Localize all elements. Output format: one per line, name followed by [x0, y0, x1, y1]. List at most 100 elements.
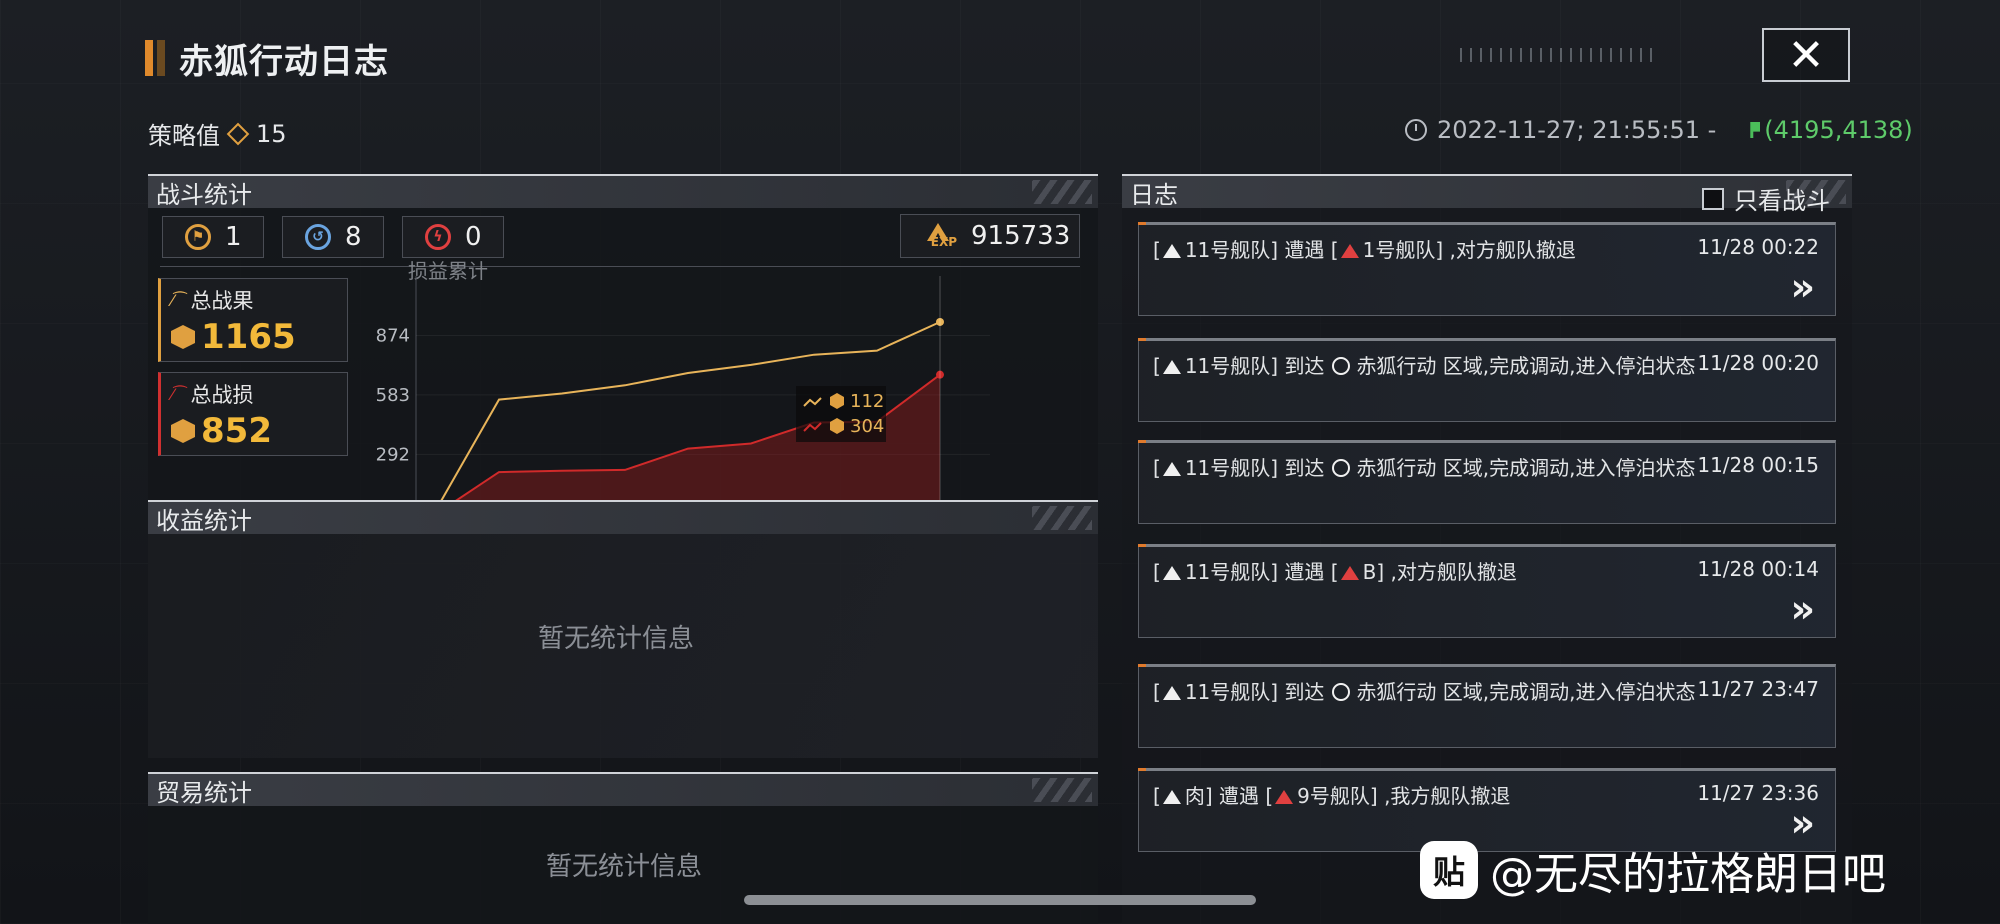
log-rest: 区域,完成调动,进入停泊状态 — [1442, 456, 1696, 480]
timestamp-bar: 2022-11-27; 21:55:51 - (4195,4138) — [1405, 116, 1913, 144]
battle-only-checkbox[interactable] — [1702, 187, 1724, 210]
trade-stats-header: 贸易统计 — [148, 772, 1098, 807]
tieba-logo-icon: 贴 — [1420, 841, 1478, 899]
map-pin-icon — [1750, 122, 1761, 138]
log-target: 9号舰队 — [1297, 784, 1370, 808]
log-fleet: 11号舰队 — [1184, 680, 1271, 704]
watermark-text: @无尽的拉格朗日吧 — [1490, 849, 1886, 900]
total-gain-label: 总战果 — [190, 289, 254, 313]
strategy-number: 15 — [256, 119, 287, 148]
total-gain-value-row: 1165 — [171, 317, 296, 357]
log-header: 日志 只看战斗 — [1122, 174, 1852, 215]
log-time: 11/28 00:22 — [1697, 235, 1819, 259]
log-entry-text: [11号舰队] 遭遇 [B] ,对方舰队撤退 — [1153, 560, 1517, 584]
strategy-value: 策略值 15 — [148, 116, 287, 151]
decorative-ticks — [1460, 48, 1660, 62]
y-tick-label: 583 — [376, 385, 410, 406]
strategy-label: 策略值 — [148, 122, 220, 150]
stat-retreat-value: 8 — [345, 222, 362, 252]
log-time: 11/28 00:15 — [1697, 453, 1819, 477]
income-stats-panel: 收益统计 暂无统计信息 — [148, 500, 1098, 758]
battle-stats-title: 战斗统计 — [156, 180, 252, 209]
stat-flag[interactable]: ⚑ 1 — [162, 216, 264, 258]
current-datetime: 2022-11-27; 21:55:51 - — [1437, 116, 1717, 144]
lightning-icon: ϟ — [425, 224, 451, 250]
battle-stats-panel: 战斗统计 ⚑ 1 ↺ 8 ϟ 0 EXP 915733 ⁄⁀ 总战果 1165 — [148, 174, 1098, 520]
chevron-right-icon[interactable]: » — [1790, 265, 1815, 309]
home-indicator[interactable] — [744, 895, 1256, 905]
exp-icon: EXP — [923, 223, 957, 249]
hex-coin-icon — [171, 419, 195, 443]
close-button[interactable]: ✕ — [1762, 28, 1850, 82]
watermark: 贴 @无尽的拉格朗日吧 — [1420, 838, 1886, 902]
total-loss-value: 852 — [201, 411, 272, 451]
page-header: 赤狐行动日志 — [145, 36, 389, 82]
log-entry-text: [11号舰队] 遭遇 [1号舰队] ,对方舰队撤退 — [1153, 238, 1576, 262]
log-rest: ,对方舰队撤退 — [1449, 238, 1576, 262]
fleet-triangle-icon — [1162, 244, 1181, 258]
log-place: 赤狐行动 — [1356, 680, 1437, 704]
log-entry[interactable]: [11号舰队] 到达 赤狐行动 区域,完成调动,进入停泊状态 11/28 00:1… — [1138, 440, 1836, 524]
log-time: 11/28 00:14 — [1697, 557, 1819, 581]
log-entry-text: [肉] 遭遇 [9号舰队] ,我方舰队撤退 — [1153, 784, 1511, 808]
retreat-icon: ↺ — [305, 224, 331, 250]
log-entry[interactable]: [11号舰队] 遭遇 [B] ,对方舰队撤退 11/28 00:14 » — [1138, 544, 1836, 638]
stat-lightning-value: 0 — [465, 222, 482, 252]
battle-only-filter[interactable]: 只看战斗 — [1702, 181, 1830, 216]
total-gain-label-row: ⁄⁀ 总战果 — [171, 285, 254, 315]
log-rest: ,对方舰队撤退 — [1390, 560, 1517, 584]
exp-value: 915733 — [971, 221, 1071, 251]
chevron-right-icon[interactable]: » — [1790, 587, 1815, 631]
close-icon: ✕ — [1787, 29, 1825, 81]
log-fleet: 11号舰队 — [1184, 560, 1271, 584]
title-accent — [145, 40, 153, 76]
log-verb: 到达 — [1284, 354, 1325, 378]
log-target: B — [1362, 560, 1377, 584]
stat-flag-value: 1 — [225, 222, 242, 252]
log-place: 赤狐行动 — [1356, 354, 1437, 378]
fleet-triangle-icon — [1162, 790, 1181, 804]
clock-icon — [1405, 119, 1427, 141]
strategy-diamond-icon — [226, 122, 250, 145]
flag-icon: ⚑ — [185, 224, 211, 250]
coordinates[interactable]: (4195,4138) — [1750, 116, 1913, 144]
profit-loss-chart: 损益累计 874 583 292 112 304 — [376, 259, 990, 515]
log-rest: 区域,完成调动,进入停泊状态 — [1442, 354, 1696, 378]
log-fleet: 11号舰队 — [1184, 354, 1271, 378]
loss-line-icon: ⁄⁀ — [171, 384, 187, 404]
log-verb: 遭遇 — [1284, 560, 1325, 584]
log-time: 11/27 23:47 — [1697, 677, 1819, 701]
chart-title: 损益累计 — [408, 259, 488, 283]
location-ring-icon — [1332, 357, 1351, 375]
hex-coin-icon — [171, 325, 195, 349]
log-rest: ,我方舰队撤退 — [1384, 784, 1511, 808]
trade-empty-text: 暂无统计信息 — [546, 852, 703, 882]
log-entry[interactable]: [11号舰队] 遭遇 [1号舰队] ,对方舰队撤退 11/28 00:22 » — [1138, 222, 1836, 316]
log-verb: 到达 — [1284, 680, 1325, 704]
log-place: 赤狐行动 — [1356, 456, 1437, 480]
total-loss-label-row: ⁄⁀ 总战损 — [171, 379, 254, 409]
income-stats-body: 暂无统计信息 — [148, 534, 1098, 758]
battle-stats-body: ⚑ 1 ↺ 8 ϟ 0 EXP 915733 ⁄⁀ 总战果 1165 ⁄⁀ 总战… — [148, 208, 1098, 520]
trade-stats-body: 暂无统计信息 — [148, 806, 1098, 924]
exp-box: EXP 915733 — [900, 214, 1080, 258]
coordinates-text: (4195,4138) — [1764, 116, 1913, 144]
trade-stats-title: 贸易统计 — [156, 778, 252, 807]
fleet-triangle-icon — [1162, 566, 1181, 580]
log-fleet: 肉 — [1184, 784, 1205, 808]
log-entry[interactable]: [11号舰队] 到达 赤狐行动 区域,完成调动,进入停泊状态 11/28 00:2… — [1138, 338, 1836, 422]
y-tick-label: 292 — [376, 444, 410, 465]
log-list[interactable]: [11号舰队] 遭遇 [1号舰队] ,对方舰队撤退 11/28 00:22 » … — [1122, 208, 1852, 924]
log-entry[interactable]: [11号舰队] 到达 赤狐行动 区域,完成调动,进入停泊状态 11/27 23:4… — [1138, 664, 1836, 748]
total-loss-box: ⁄⁀ 总战损 852 — [158, 372, 348, 456]
log-entry-text: [11号舰队] 到达 赤狐行动 区域,完成调动,进入停泊状态 — [1153, 354, 1696, 378]
chart-tooltip: 112 304 — [796, 386, 886, 442]
income-stats-header: 收益统计 — [148, 500, 1098, 535]
stat-lightning[interactable]: ϟ 0 — [402, 216, 504, 258]
enemy-triangle-icon — [1340, 566, 1359, 580]
enemy-triangle-icon — [1340, 244, 1359, 258]
fleet-triangle-icon — [1162, 686, 1181, 700]
stat-retreat[interactable]: ↺ 8 — [282, 216, 384, 258]
enemy-triangle-icon — [1275, 790, 1294, 804]
log-fleet: 11号舰队 — [1184, 456, 1271, 480]
